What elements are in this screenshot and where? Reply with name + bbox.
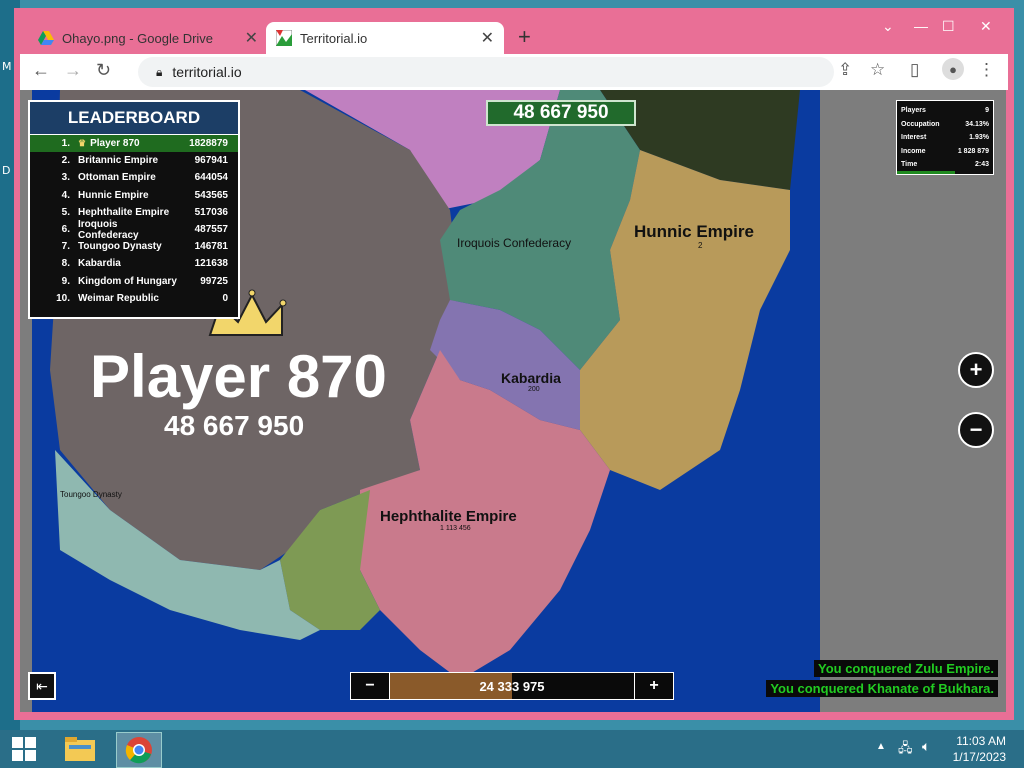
taskbar: ▲ 🖧︎ 🔈︎ 11:03 AM 1/17/2023 <box>0 730 1024 768</box>
game-canvas[interactable]: Player 870 48 667 950 Iroquois Confedera… <box>20 90 1006 712</box>
zoom-out-button[interactable]: − <box>958 412 994 448</box>
leaderboard-row: 4. Hunnic Empire 543565 <box>61 189 228 201</box>
bookmark-star-icon[interactable]: ☆ <box>870 60 885 80</box>
file-explorer-button[interactable] <box>58 732 102 766</box>
attack-decrease-button[interactable]: − <box>351 673 389 699</box>
minimize-button[interactable]: — <box>914 18 928 34</box>
tray-chevron-icon[interactable]: ▲ <box>876 741 886 752</box>
territory-label-iroquois: Iroquois Confederacy <box>457 236 572 250</box>
territory-label-kabardia: Kabardia <box>501 370 561 386</box>
leaderboard-row: 1. ♛ Player 870 1828879 <box>30 135 238 153</box>
exit-game-button[interactable]: ⇤ <box>28 672 56 700</box>
new-tab-button[interactable]: + <box>518 24 531 50</box>
zoom-in-button[interactable]: + <box>958 352 994 388</box>
player-name-label: Player 870 <box>90 343 387 410</box>
tab-search-icon[interactable]: ⌄ <box>882 18 894 35</box>
leaderboard: LEADERBOARD 1. ♛ Player 870 1828879 2. Br… <box>28 100 240 319</box>
share-icon[interactable]: ⇪ <box>838 60 852 80</box>
close-window-button[interactable]: ✕ <box>980 18 992 35</box>
chrome-taskbar-button[interactable] <box>116 732 162 768</box>
message-line: You conquered Zulu Empire. <box>814 660 998 677</box>
back-icon[interactable]: ← <box>32 60 50 81</box>
address-bar[interactable]: 🔒︎ territorial.io <box>138 57 834 87</box>
territory-sub-hephthalite: 1 113 456 <box>440 525 471 532</box>
folder-icon <box>65 737 95 761</box>
tab-google-drive[interactable]: Ohayo.png - Google Drive ✕ <box>28 22 268 54</box>
territorial-favicon-icon <box>276 30 292 46</box>
system-clock[interactable]: 11:03 AM 1/17/2023 <box>953 733 1006 765</box>
exit-icon: ⇤ <box>36 677 48 694</box>
stat-row: Interest 1.93% <box>901 134 989 142</box>
desktop-label-d: D <box>2 164 11 177</box>
reload-icon[interactable]: ↻ <box>96 60 111 81</box>
desktop-label-m: M <box>2 60 12 73</box>
stat-row: Occupation 34.13% <box>901 120 989 128</box>
leaderboard-row: 6. Iroquois Confederacy 487557 <box>61 218 228 241</box>
windows-logo-icon <box>12 737 36 761</box>
tab-close-icon[interactable]: ✕ <box>481 28 494 48</box>
leaderboard-row: 10. Weimar Republic 0 <box>56 292 228 304</box>
tab-territorial[interactable]: Territorial.io ✕ <box>266 22 504 54</box>
leaderboard-row: 2. Britannic Empire 967941 <box>61 155 228 167</box>
message-line: You conquered Khanate of Bukhara. <box>766 680 998 697</box>
leaderboard-row: 3. Ottoman Empire 644054 <box>61 172 228 184</box>
start-button[interactable] <box>2 732 46 766</box>
leaderboard-row: 7. Toungoo Dynasty 146781 <box>61 241 228 253</box>
crown-small-icon: ♛ <box>78 138 87 149</box>
chrome-icon <box>125 737 152 764</box>
leaderboard-row: 8. Kabardia 121638 <box>61 258 228 270</box>
territory-sub-kabardia: 200 <box>528 386 540 393</box>
territory-label-hunnic: Hunnic Empire <box>634 222 754 241</box>
clock-time: 11:03 AM <box>956 734 1006 748</box>
stat-row: Players 9 <box>901 107 989 115</box>
network-icon[interactable]: 🖧︎ <box>898 739 913 761</box>
tab-label: Territorial.io <box>300 30 368 46</box>
attack-increase-button[interactable]: + <box>635 673 673 699</box>
leaderboard-title: LEADERBOARD <box>30 102 238 135</box>
stat-row: Time 2:43 <box>901 161 989 169</box>
maximize-button[interactable]: ☐ <box>942 18 955 35</box>
side-panel-icon[interactable]: ▯ <box>910 60 919 80</box>
territory-label-hephthalite: Hephthalite Empire <box>380 508 517 525</box>
attack-slider-track[interactable]: 24 333 975 <box>389 673 635 699</box>
territory-sub-hunnic: 2 <box>698 241 703 250</box>
leaderboard-row: 9. Kingdom of Hungary 99725 <box>61 275 228 287</box>
menu-kebab-icon[interactable]: ⋮ <box>978 60 995 80</box>
territory-label-toungoo: Toungoo Dynasty <box>60 490 122 499</box>
player-balance-label: 48 667 950 <box>164 410 305 441</box>
attack-slider-value: 24 333 975 <box>479 678 545 694</box>
stats-panel: Players 9 Occupation 34.13% Interest 1.93% … <box>896 100 994 175</box>
clock-date: 1/17/2023 <box>952 750 1006 764</box>
google-drive-icon <box>38 31 54 45</box>
top-balance: 48 667 950 <box>486 100 636 126</box>
lock-icon: 🔒︎ <box>156 64 163 79</box>
forward-icon[interactable]: → <box>64 60 82 81</box>
stat-row: Income 1 828 879 <box>901 147 989 155</box>
tab-label: Ohayo.png - Google Drive <box>62 30 214 46</box>
profile-avatar-icon[interactable]: ● <box>942 58 964 80</box>
url-text: territorial.io <box>172 64 242 80</box>
time-progress-bar <box>897 171 955 174</box>
tab-close-icon[interactable]: ✕ <box>245 28 258 48</box>
volume-icon[interactable]: 🔈︎ <box>922 738 930 755</box>
attack-slider[interactable]: − 24 333 975 + <box>350 672 674 700</box>
browser-toolbar: ← → ↻ 🔒︎ territorial.io ⇪ ☆ ▯ ● ⋮ <box>20 54 1008 90</box>
